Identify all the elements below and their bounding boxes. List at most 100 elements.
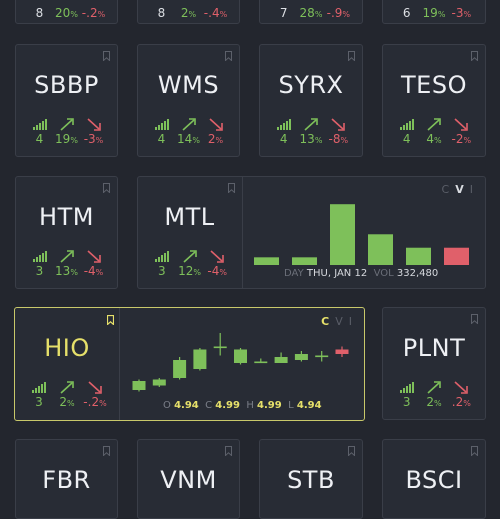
ticker-symbol: HTM xyxy=(39,203,94,231)
count-value: 8 xyxy=(157,6,166,20)
volume-bar xyxy=(254,257,279,265)
bookmark-icon[interactable] xyxy=(471,51,478,61)
chart-mode-toggle[interactable]: CVI xyxy=(321,315,358,328)
bar-chart-icon xyxy=(399,119,414,130)
day-readout: DAY THU, JAN 12 VOL 332,480 xyxy=(284,268,439,279)
ticker-symbol: FBR xyxy=(42,466,91,494)
mode-volume[interactable]: V xyxy=(335,315,349,328)
pct-value: 19% xyxy=(422,6,446,20)
hio-summary: HIO 3 2% -.2% xyxy=(15,308,119,420)
stock-card-wms[interactable]: WMS 4 14% 2% xyxy=(137,44,240,157)
candle-body xyxy=(152,379,166,386)
change-value: -.2% xyxy=(83,395,107,409)
pct-value: 13% xyxy=(299,132,323,146)
bookmark-icon[interactable] xyxy=(103,183,110,193)
bar-chart-icon xyxy=(154,251,169,262)
pct-value: 28% xyxy=(299,6,323,20)
candle-body xyxy=(315,355,329,358)
count-value: 3 xyxy=(158,264,166,278)
bookmark-icon[interactable] xyxy=(348,51,355,61)
ticker-symbol: WMS xyxy=(157,71,220,99)
volume-bar xyxy=(292,257,317,265)
change-value: -.2% xyxy=(81,6,106,20)
volume-bar xyxy=(368,234,393,265)
pct-value: 19% xyxy=(55,132,78,146)
mode-volume[interactable]: V xyxy=(455,183,470,196)
count-value: 3 xyxy=(402,395,411,409)
trend-down-icon xyxy=(86,118,101,131)
stock-card-mtl-expanded[interactable]: MTL 3 12% -4% CVI DAY THU, JAN 12 VOL 33… xyxy=(137,176,486,289)
trend-up-icon xyxy=(427,118,441,131)
ticker-symbol: TESO xyxy=(401,71,467,99)
trend-up-icon xyxy=(181,118,196,131)
bookmark-icon[interactable] xyxy=(471,314,478,324)
stock-card-vnm[interactable]: VNM xyxy=(137,439,240,519)
ticker-symbol: BSCI xyxy=(405,466,463,494)
candle-body xyxy=(132,381,146,390)
mode-info[interactable]: I xyxy=(349,315,358,328)
stock-card-plnt[interactable]: PLNT 3 2% .2% xyxy=(382,307,486,420)
change-value: -2% xyxy=(451,132,472,146)
stock-card-teso[interactable]: TESO 4 4% -2% xyxy=(382,44,486,157)
count-value: 3 xyxy=(35,395,43,409)
stock-card-syrx[interactable]: SYRX 4 13% -8% xyxy=(259,44,363,157)
ticker-symbol: VNM xyxy=(160,466,217,494)
bar-chart-icon xyxy=(32,119,47,130)
mode-info[interactable]: I xyxy=(470,183,479,196)
candle-body xyxy=(173,360,187,378)
volume-chart xyxy=(254,204,469,265)
stock-card-hio-expanded[interactable]: HIO 3 2% -.2% CVI O 4.94 C 4.99 H 4.99 L… xyxy=(14,307,365,421)
trend-up-icon xyxy=(304,118,318,131)
change-value: -.4% xyxy=(203,6,228,20)
candle-body xyxy=(213,346,227,349)
candlestick-chart xyxy=(132,333,349,392)
bar-chart-icon xyxy=(399,382,414,393)
ticker-symbol: STB xyxy=(287,466,335,494)
bar-chart-icon xyxy=(154,119,169,130)
candle-body xyxy=(234,349,247,363)
change-value: -3% xyxy=(83,132,104,146)
ticker-symbol: SYRX xyxy=(278,71,344,99)
bookmark-icon[interactable] xyxy=(471,446,478,456)
volume-bar xyxy=(330,204,355,265)
trend-down-icon xyxy=(88,381,102,394)
candle-body xyxy=(254,361,268,364)
change-value: .2% xyxy=(451,395,471,409)
stock-card-top-4[interactable]: 6 19% -3% xyxy=(382,0,486,24)
trend-down-icon xyxy=(86,250,101,263)
chart-mode-toggle[interactable]: CVI xyxy=(442,183,479,196)
change-value: -8% xyxy=(328,132,349,146)
change-value: 2% xyxy=(207,132,224,146)
bookmark-icon[interactable] xyxy=(228,183,235,193)
bookmark-icon[interactable] xyxy=(225,51,232,61)
mode-candle[interactable]: C xyxy=(442,183,456,196)
stock-card-top-1[interactable]: 8 20% -.2% xyxy=(15,0,118,24)
volume-bar xyxy=(406,247,431,265)
stock-card-fbr[interactable]: FBR xyxy=(15,439,118,519)
bookmark-icon[interactable] xyxy=(107,315,114,325)
change-value: -3% xyxy=(451,6,472,20)
ohlc-readout: O 4.94 C 4.99 H 4.99 L 4.94 xyxy=(163,400,322,411)
ticker-symbol: PLNT xyxy=(402,334,466,362)
trend-up-icon xyxy=(182,250,197,263)
pct-value: 2% xyxy=(426,395,442,409)
bookmark-icon[interactable] xyxy=(103,446,110,456)
pct-value: 2% xyxy=(59,395,75,409)
trend-down-icon xyxy=(210,250,224,263)
count-value: 7 xyxy=(279,6,288,20)
stock-card-bsci[interactable]: BSCI xyxy=(382,439,486,519)
trend-down-icon xyxy=(454,381,469,394)
candle-body xyxy=(193,349,207,369)
mode-candle[interactable]: C xyxy=(321,315,335,328)
stock-card-top-2[interactable]: 8 2% -.4% xyxy=(137,0,240,24)
stock-card-sbbp[interactable]: SBBP 4 19% -3% xyxy=(15,44,118,157)
bookmark-icon[interactable] xyxy=(103,51,110,61)
stock-card-htm[interactable]: HTM 3 13% -4% xyxy=(15,176,118,289)
bookmark-icon[interactable] xyxy=(348,446,355,456)
count-value: 6 xyxy=(402,6,411,20)
stock-card-stb[interactable]: STB xyxy=(259,439,363,519)
stock-card-top-3[interactable]: 7 28% -.9% xyxy=(259,0,363,24)
bookmark-icon[interactable] xyxy=(225,446,232,456)
change-value: -4% xyxy=(83,264,104,278)
count-value: 8 xyxy=(35,6,44,20)
